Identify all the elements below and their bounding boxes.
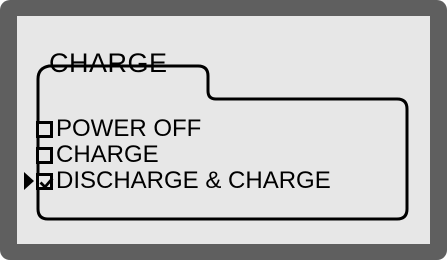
checked-checkbox-icon[interactable] — [36, 172, 54, 190]
menu-item-discharge-and-charge[interactable]: DISCHARGE & CHARGE — [24, 167, 331, 194]
menu-item-power-off[interactable]: POWER OFF — [36, 116, 331, 142]
checkmark-icon — [39, 177, 54, 189]
menu-item-charge[interactable]: CHARGE — [36, 142, 331, 168]
empty-checkbox-icon[interactable] — [36, 120, 53, 138]
menu-item-label: DISCHARGE & CHARGE — [56, 167, 331, 194]
menu-item-label: CHARGE — [56, 141, 159, 168]
selection-cursor-icon — [24, 172, 34, 190]
menu-title: CHARGE — [49, 48, 168, 78]
empty-checkbox-icon[interactable] — [36, 146, 53, 164]
menu-item-label: POWER OFF — [56, 115, 202, 142]
option-list: POWER OFF CHARGE DISCHARGE & CHARGE — [24, 116, 331, 194]
